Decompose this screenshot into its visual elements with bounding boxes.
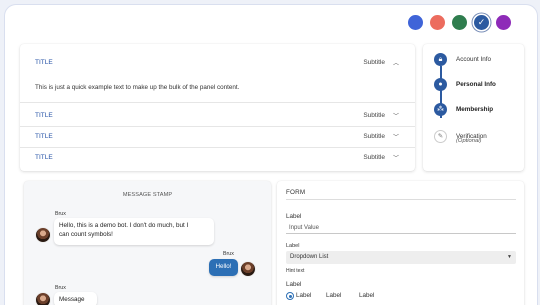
chevron-down-icon[interactable]: ﹀ <box>392 153 400 162</box>
step-label: Personal Info <box>456 81 496 88</box>
accordion-subtitle: Subtitle <box>363 112 385 119</box>
accordion-header-4[interactable]: TITLE Subtitle ﹀ <box>20 147 415 168</box>
radio-option-label: Label <box>296 292 312 299</box>
divider <box>20 102 415 103</box>
form-panel: FORM Label Input Value Label Dropdown Li… <box>277 181 524 305</box>
sender-name: Brux <box>55 285 66 291</box>
swatch-blue[interactable] <box>408 15 423 30</box>
step-membership[interactable]: ⁂ Membership <box>434 103 493 116</box>
accordion-panel: TITLE Subtitle ︿ This is just a quick ex… <box>20 44 415 171</box>
check-icon: ✓ <box>477 17 486 27</box>
app-window: ✓ TITLE Subtitle ︿ This is just a quick … <box>4 4 538 305</box>
chat-bubble-user: Hello! <box>209 259 238 276</box>
accordion-title: TITLE <box>35 154 53 161</box>
dropdown-select[interactable]: Dropdown List ▼ <box>286 251 516 264</box>
swatch-navy-selected[interactable]: ✓ <box>474 15 489 30</box>
text-input[interactable]: Input Value <box>286 222 516 234</box>
accordion-title: TITLE <box>35 112 53 119</box>
chevron-down-icon[interactable]: ﹀ <box>392 132 400 141</box>
chevron-down-icon[interactable]: ﹀ <box>392 111 400 120</box>
accordion-subtitle: Subtitle <box>363 133 385 140</box>
radio-option-label[interactable]: Label <box>326 292 341 299</box>
accordion-subtitle: Subtitle <box>363 59 385 66</box>
dropdown-label: Label <box>286 243 300 249</box>
chat-bubble-bot: Message <box>54 292 97 305</box>
dropdown-arrow-icon: ▼ <box>507 254 512 260</box>
accordion-header-1[interactable]: TITLE Subtitle ︿ <box>20 52 415 73</box>
swatch-green[interactable] <box>452 15 467 30</box>
groups-icon: ⁂ <box>434 103 447 116</box>
chat-panel: MESSAGE STAMP Brux Hello, this is a demo… <box>24 181 271 305</box>
radio-option-label[interactable]: Label <box>359 292 374 299</box>
step-verification[interactable]: ✎ Verification (Optional) <box>434 130 487 144</box>
radio-group-label: Label <box>286 281 302 288</box>
accordion-subtitle: Subtitle <box>363 154 385 161</box>
vertical-stepper: 🔒︎ Account Info ● Personal Info ⁂ Member… <box>423 44 524 171</box>
radio-option-1[interactable] <box>286 292 294 300</box>
swatch-purple[interactable] <box>496 15 511 30</box>
accordion-body-text: This is just a quick example text to mak… <box>35 84 240 91</box>
step-optional-label: (Optional) <box>456 138 482 144</box>
divider <box>286 199 516 200</box>
accordion-title: TITLE <box>35 59 53 66</box>
chevron-up-icon[interactable]: ︿ <box>392 58 400 67</box>
swatch-coral[interactable] <box>430 15 445 30</box>
sender-name: Brux <box>55 211 66 217</box>
message-text-line: can count symbols! <box>59 230 113 238</box>
dropdown-hint: Hint text <box>286 268 305 274</box>
step-personal-info[interactable]: ● Personal Info <box>434 78 496 91</box>
step-account-info[interactable]: 🔒︎ Account Info <box>434 53 491 66</box>
dropdown-value: Dropdown List <box>290 254 329 260</box>
message-text-line: Hello, this is a demo bot. I don't do mu… <box>59 222 189 229</box>
person-icon: ● <box>434 78 447 91</box>
edit-document-icon: ✎ <box>434 130 447 143</box>
step-label: Account Info <box>456 56 492 63</box>
avatar <box>35 227 51 243</box>
input-label: Label <box>286 213 302 220</box>
theme-swatches: ✓ <box>408 15 511 30</box>
accordion-header-3[interactable]: TITLE Subtitle ﹀ <box>20 126 415 147</box>
lock-icon: 🔒︎ <box>434 53 447 66</box>
form-title: FORM <box>286 189 306 196</box>
accordion-header-2[interactable]: TITLE Subtitle ﹀ <box>20 105 415 126</box>
accordion-title: TITLE <box>35 133 53 140</box>
avatar <box>35 292 51 305</box>
message-stamp: MESSAGE STAMP <box>122 192 173 198</box>
chat-bubble-bot: Hello, this is a demo bot. I don't do mu… <box>54 218 214 245</box>
avatar <box>240 261 256 277</box>
sender-name: Brux <box>223 251 234 257</box>
step-label: Membership <box>456 106 494 113</box>
